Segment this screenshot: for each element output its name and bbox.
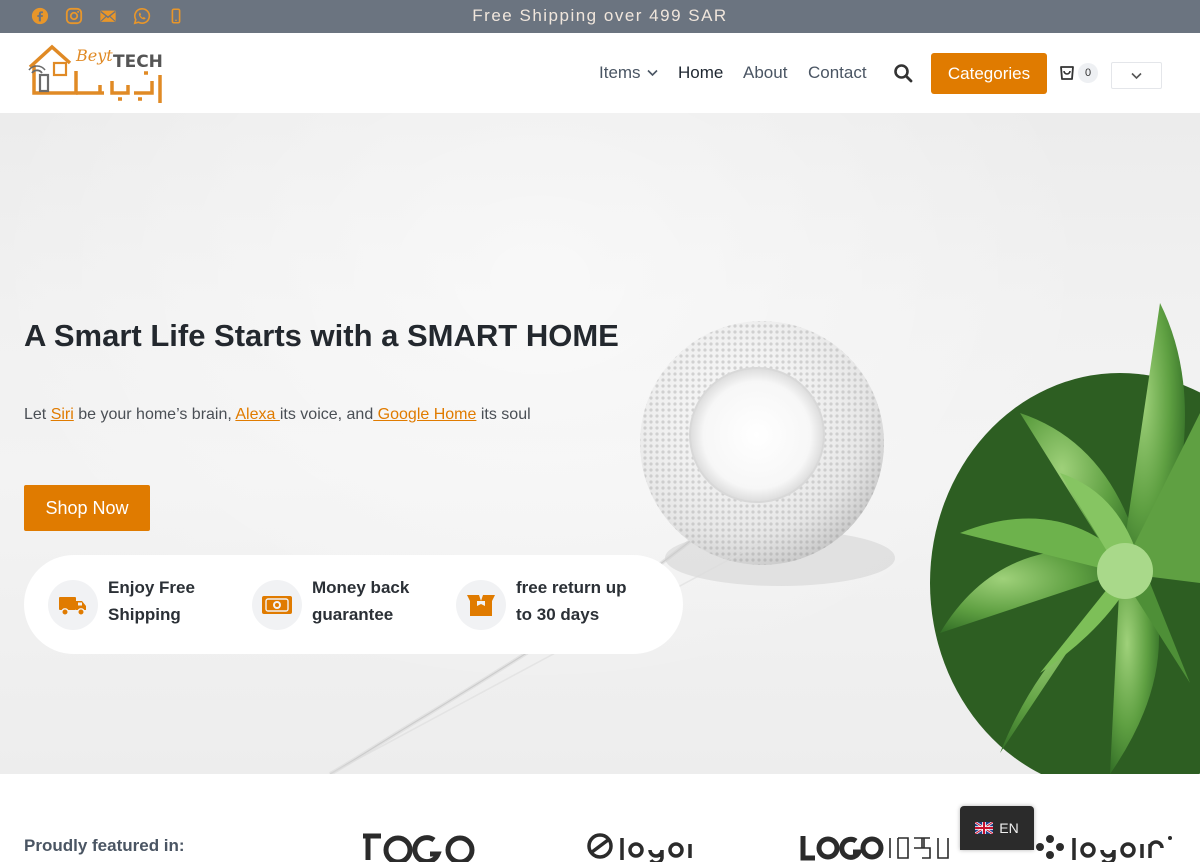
money-icon [252,580,302,630]
hero-section: A Smart Life Starts with a SMART HOME Le… [0,113,1200,774]
language-dropdown[interactable] [1111,62,1162,89]
features-card: Enjoy Free Shipping Money back guarantee… [24,555,683,654]
site-logo[interactable]: Beyt TECH [26,37,171,109]
language-code: EN [999,820,1019,836]
nav-items-dropdown[interactable]: Items [599,63,658,83]
categories-button[interactable]: Categories [931,53,1047,94]
feature-money-back: Money back guarantee [252,574,442,630]
featured-logo-3 [800,836,949,861]
shop-now-button[interactable]: Shop Now [24,485,150,531]
plant [930,303,1200,774]
feature-label: Money back guarantee [312,578,410,624]
svg-text:Beyt: Beyt [75,46,113,65]
top-bar: Free Shipping over 499 SAR [0,0,1200,33]
feature-label: Enjoy Free Shipping [108,578,195,624]
site-header: Beyt TECH Items Home About Contact Categ… [0,33,1200,113]
featured-logo-4 [1036,835,1172,862]
hero-image [329,303,1200,774]
cart-count-badge: 0 [1078,63,1098,83]
nav-about[interactable]: About [743,63,787,83]
feature-label: free return up to 30 days [516,578,627,624]
subtitle-text: its voice, and [279,406,374,423]
search-icon[interactable] [893,63,913,83]
subtitle-text: be your home’s brain, [73,406,236,423]
featured-logo-1 [363,833,475,862]
svg-text:TECH: TECH [113,52,163,72]
free-shipping-banner: Free Shipping over 499 SAR [472,6,728,25]
hero-subtitle: Let Siri be your home’s brain, Alexa its… [24,406,531,424]
nav-items-label: Items [599,63,641,82]
cart-icon[interactable] [1057,64,1077,84]
subtitle-text: Let [24,406,51,423]
google-home-link[interactable]: Google Home [373,406,477,423]
featured-label: Proudly featured in: [24,836,185,855]
feature-free-return: free return up to 30 days [456,574,646,630]
truck-icon [48,580,98,630]
box-icon [456,580,506,630]
featured-logo-2 [587,833,692,862]
language-switcher[interactable]: EN [960,806,1034,850]
feature-free-shipping: Enjoy Free Shipping [48,574,238,630]
hero-title: A Smart Life Starts with a SMART HOME [24,318,619,353]
nav-contact[interactable]: Contact [808,63,867,83]
siri-link[interactable]: Siri [51,406,74,423]
uk-flag-icon [975,822,994,834]
chevron-down-icon [1131,72,1142,79]
subtitle-text: its soul [476,406,531,423]
nav-home[interactable]: Home [678,63,723,83]
alexa-link[interactable]: Alexa [235,406,279,423]
chevron-down-icon [646,69,658,77]
